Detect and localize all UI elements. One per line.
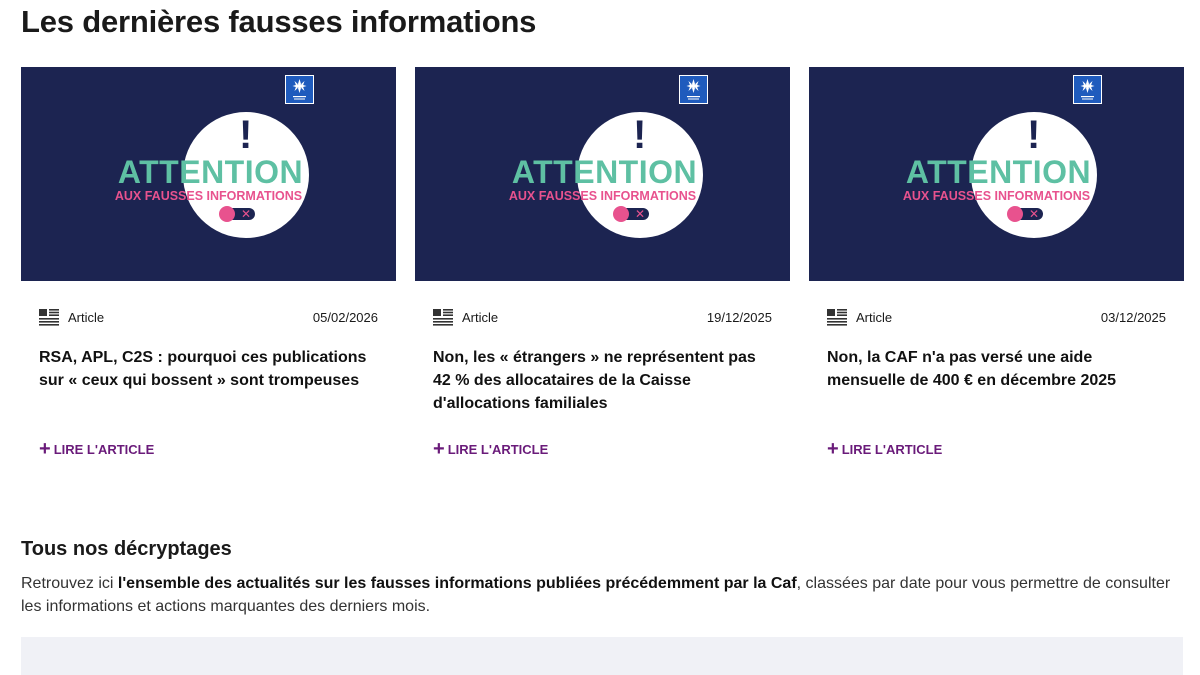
article-date: 19/12/2025 bbox=[706, 310, 772, 325]
article-meta: Article 05/02/2026 bbox=[39, 308, 378, 328]
caf-logo-icon bbox=[679, 75, 708, 104]
article-title[interactable]: RSA, APL, C2S : pourquoi ces publication… bbox=[39, 346, 384, 392]
article-card-list: ! ATTENTION AUX FAUSSES INFORMATIONS ✕ A… bbox=[21, 67, 1184, 467]
article-type: Article bbox=[462, 310, 499, 325]
article-thumbnail[interactable]: ! ATTENTION AUX FAUSSES INFORMATIONS ✕ bbox=[415, 67, 790, 281]
toggle-icon: ✕ bbox=[219, 206, 255, 222]
plus-icon: + bbox=[827, 438, 839, 460]
close-icon: ✕ bbox=[240, 207, 251, 221]
plus-icon: + bbox=[39, 438, 51, 460]
decryptages-title: Tous nos décryptages bbox=[21, 538, 232, 560]
close-icon: ✕ bbox=[634, 207, 645, 221]
read-article-link[interactable]: + LIRE L'ARTICLE bbox=[39, 438, 155, 460]
read-article-label: LIRE L'ARTICLE bbox=[447, 441, 549, 457]
toggle-knob bbox=[1007, 206, 1023, 222]
thumbnail-headline: ATTENTION bbox=[117, 154, 304, 190]
article-thumbnail[interactable]: ! ATTENTION AUX FAUSSES INFORMATIONS ✕ bbox=[809, 67, 1184, 281]
read-article-link[interactable]: + LIRE L'ARTICLE bbox=[827, 438, 943, 460]
thumbnail-subline: AUX FAUSSES INFORMATIONS bbox=[902, 189, 1091, 203]
read-article-link[interactable]: + LIRE L'ARTICLE bbox=[433, 438, 549, 460]
section-title: Les dernières fausses informations bbox=[21, 4, 537, 39]
article-card[interactable]: ! ATTENTION AUX FAUSSES INFORMATIONS ✕ A… bbox=[21, 67, 396, 467]
thumbnail-headline: ATTENTION bbox=[511, 154, 698, 190]
toggle-icon: ✕ bbox=[1007, 206, 1043, 222]
toggle-icon: ✕ bbox=[613, 206, 649, 222]
read-article-label: LIRE L'ARTICLE bbox=[841, 441, 943, 457]
article-title[interactable]: Non, la CAF n'a pas versé une aide mensu… bbox=[827, 346, 1172, 392]
article-card[interactable]: ! ATTENTION AUX FAUSSES INFORMATIONS ✕ A… bbox=[415, 67, 790, 467]
article-type: Article bbox=[856, 310, 893, 325]
read-article-label: LIRE L'ARTICLE bbox=[53, 441, 155, 457]
article-thumbnail[interactable]: ! ATTENTION AUX FAUSSES INFORMATIONS ✕ bbox=[21, 67, 396, 281]
article-icon bbox=[827, 309, 847, 326]
article-type: Article bbox=[68, 310, 105, 325]
article-meta: Article 19/12/2025 bbox=[433, 308, 772, 328]
article-meta: Article 03/12/2025 bbox=[827, 308, 1166, 328]
article-date: 05/02/2026 bbox=[312, 310, 378, 325]
caf-logo-icon bbox=[1073, 75, 1102, 104]
exclamation-icon: ! bbox=[239, 113, 253, 157]
filter-panel bbox=[21, 637, 1183, 675]
thumbnail-subline: AUX FAUSSES INFORMATIONS bbox=[114, 189, 303, 203]
intro-bold: l'ensemble des actualités sur les fausse… bbox=[117, 575, 797, 592]
page: Les dernières fausses informations ! ATT… bbox=[0, 0, 1200, 675]
close-icon: ✕ bbox=[1028, 207, 1039, 221]
toggle-knob bbox=[613, 206, 629, 222]
article-icon bbox=[433, 309, 453, 326]
plus-icon: + bbox=[433, 438, 445, 460]
decryptages-intro: Retrouvez ici l'ensemble des actualités … bbox=[21, 572, 1186, 618]
exclamation-icon: ! bbox=[633, 113, 647, 157]
exclamation-icon: ! bbox=[1027, 113, 1041, 157]
thumbnail-subline: AUX FAUSSES INFORMATIONS bbox=[508, 189, 697, 203]
article-icon bbox=[39, 309, 59, 326]
caf-logo-icon bbox=[285, 75, 314, 104]
toggle-knob bbox=[219, 206, 235, 222]
intro-prefix: Retrouvez ici bbox=[21, 575, 118, 592]
article-title[interactable]: Non, les « étrangers » ne représentent p… bbox=[433, 346, 778, 415]
article-card[interactable]: ! ATTENTION AUX FAUSSES INFORMATIONS ✕ A… bbox=[809, 67, 1184, 467]
thumbnail-headline: ATTENTION bbox=[905, 154, 1092, 190]
article-date: 03/12/2025 bbox=[1100, 310, 1166, 325]
